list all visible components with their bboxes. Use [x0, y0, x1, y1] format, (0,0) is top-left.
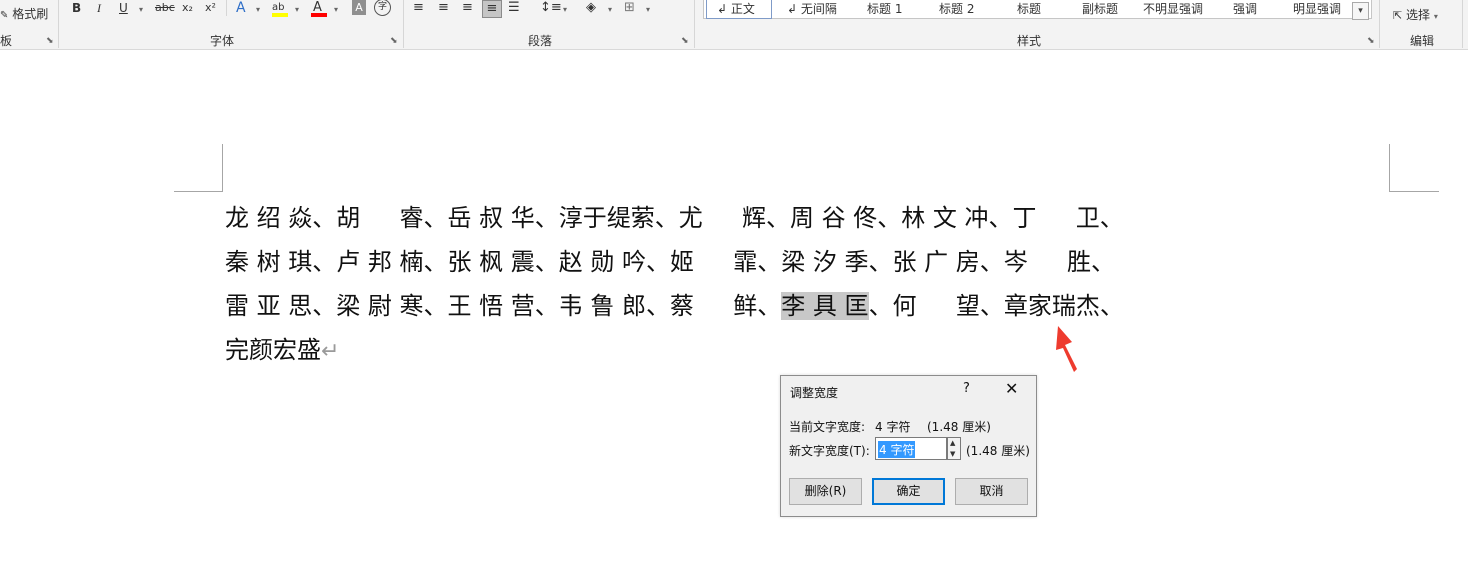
bold-button[interactable]: B [72, 0, 81, 16]
spin-up-icon[interactable]: ▲ [950, 439, 955, 447]
selected-text[interactable]: 李 具 匡 [781, 292, 869, 320]
enclose-char-button[interactable]: 字 [374, 0, 391, 16]
styles-group-label: 样式 [1017, 34, 1042, 48]
text-line[interactable]: 雷 亚 思、梁 尉 寒、王 悟 营、韦 鲁 郎、蔡 鲜、李 具 匡、何 望、章家… [225, 284, 1395, 328]
help-icon[interactable]: ? [963, 381, 970, 396]
current-width-value: 4 字符 [875, 420, 911, 434]
style-no-spacing[interactable]: ↲ 无间隔 [787, 0, 837, 17]
font-group-label: 字体 [210, 34, 235, 48]
clipboard-launcher-icon[interactable]: ⬊ [46, 36, 54, 46]
crop-mark [1389, 144, 1390, 192]
chevron-down-icon[interactable]: ▾ [646, 2, 650, 18]
current-width-label: 当前文字宽度: [789, 420, 866, 434]
select-button[interactable]: ⇱ 选择 ▾ [1393, 7, 1438, 23]
chevron-down-icon[interactable]: ▾ [608, 2, 612, 18]
width-spinner[interactable]: ▲ ▼ [947, 437, 961, 460]
spin-down-icon[interactable]: ▼ [950, 450, 955, 458]
new-width-input[interactable]: 4 字符 [875, 437, 947, 460]
editing-group-label: 编辑 [1410, 34, 1435, 48]
font-launcher-icon[interactable]: ⬊ [390, 36, 398, 46]
format-painter-icon: ✎ [0, 10, 9, 21]
ribbon: ✎ 格式刷 板 ⬊ B I U ▾ abc x₂ x² A ▾ ab ▾ A ▾… [0, 0, 1468, 50]
char-shading-button[interactable]: A [352, 0, 366, 15]
font-color-button[interactable]: A [311, 0, 327, 17]
highlight-color-bar [272, 13, 288, 17]
style-subtitle[interactable]: 副标题 [1082, 0, 1118, 17]
style-title[interactable]: 标题 [1017, 0, 1041, 17]
style-heading-2[interactable]: 标题 2 [939, 0, 974, 17]
paragraph-mark-icon: ↵ [321, 339, 340, 364]
close-icon[interactable]: ✕ [1005, 379, 1018, 398]
strikethrough-button[interactable]: abc [155, 0, 175, 16]
distribute-icon[interactable]: ☰ [508, 0, 520, 16]
style-normal[interactable]: ↲ 正文 [706, 0, 772, 19]
cursor-arrow-icon: ⇱ [1393, 9, 1403, 22]
align-right-icon[interactable]: ≡ [462, 0, 473, 16]
ribbon-separator [226, 0, 227, 16]
chevron-down-icon[interactable]: ▾ [563, 2, 567, 18]
italic-button[interactable]: I [97, 0, 101, 16]
new-width-value: 4 字符 [878, 441, 916, 458]
format-painter-button[interactable]: ✎ 格式刷 [0, 6, 48, 22]
current-width-cm: (1.48 厘米) [927, 420, 991, 434]
line-spacing-icon[interactable]: ↕≡ [540, 0, 562, 16]
text-effects-button[interactable]: A [236, 0, 246, 16]
paragraph-group-label: 段落 [528, 34, 553, 48]
chevron-down-icon[interactable]: ▾ [334, 2, 338, 18]
highlight-button[interactable]: ab [272, 0, 288, 17]
style-subtle-emphasis[interactable]: 不明显强调 [1143, 0, 1203, 17]
align-left-icon[interactable]: ≡ [413, 0, 424, 16]
paragraph-launcher-icon[interactable]: ⬊ [681, 36, 689, 46]
text-line[interactable]: 秦 树 琪、卢 邦 楠、张 枫 震、赵 勋 吟、姬 霏、梁 汐 季、张 广 房、… [225, 240, 1395, 284]
ok-button[interactable]: 确定 [872, 478, 945, 505]
chevron-down-icon: ▾ [1433, 12, 1438, 21]
chevron-down-icon[interactable]: ▾ [295, 2, 299, 18]
align-center-icon[interactable]: ≡ [438, 0, 449, 16]
styles-gallery: ↲ 正文 ↲ 无间隔 标题 1 标题 2 标题 副标题 不明显强调 强调 明显强… [703, 0, 1372, 19]
chevron-down-icon[interactable]: ▾ [139, 2, 143, 18]
clipboard-group-label: 板 [0, 34, 13, 48]
text-line[interactable]: 完颜宏盛↵ [225, 328, 1395, 372]
crop-mark [1389, 191, 1439, 192]
adjust-width-dialog: 调整宽度 ? ✕ 当前文字宽度: 4 字符 (1.48 厘米) 新文字宽度(T)… [780, 375, 1037, 517]
superscript-button[interactable]: x² [205, 0, 216, 16]
subscript-button[interactable]: x₂ [182, 0, 193, 16]
underline-button[interactable]: U [119, 0, 128, 16]
ribbon-separator [58, 0, 59, 48]
delete-button[interactable]: 删除(R) [789, 478, 862, 505]
shading-bucket-icon[interactable]: ◈ [586, 0, 596, 16]
new-width-cm: (1.48 厘米) [966, 444, 1030, 458]
style-intense-emphasis[interactable]: 明显强调 [1293, 0, 1341, 17]
dialog-title: 调整宽度 [790, 386, 839, 400]
ribbon-separator [1379, 0, 1380, 48]
ribbon-separator [403, 0, 404, 48]
font-color-bar [311, 13, 327, 17]
style-heading-1[interactable]: 标题 1 [867, 0, 902, 17]
justify-icon[interactable]: ≡ [482, 0, 502, 18]
text-line[interactable]: 龙 绍 焱、胡 睿、岳 叔 华、淳于缇萦、尤 辉、周 谷 佟、林 文 冲、丁 卫… [225, 196, 1395, 240]
chevron-down-icon[interactable]: ▾ [256, 2, 260, 18]
crop-mark [222, 144, 223, 192]
new-width-label: 新文字宽度(T): [789, 444, 870, 458]
style-emphasis[interactable]: 强调 [1233, 0, 1257, 17]
document-body[interactable]: 龙 绍 焱、胡 睿、岳 叔 华、淳于缇萦、尤 辉、周 谷 佟、林 文 冲、丁 卫… [225, 196, 1395, 372]
styles-launcher-icon[interactable]: ⬊ [1367, 36, 1375, 46]
ribbon-separator [694, 0, 695, 48]
ribbon-separator [1462, 0, 1463, 48]
cancel-button[interactable]: 取消 [955, 478, 1028, 505]
gallery-more-icon[interactable]: ▾ [1352, 2, 1369, 20]
crop-mark [174, 191, 223, 192]
borders-icon[interactable]: ⊞ [624, 0, 635, 16]
